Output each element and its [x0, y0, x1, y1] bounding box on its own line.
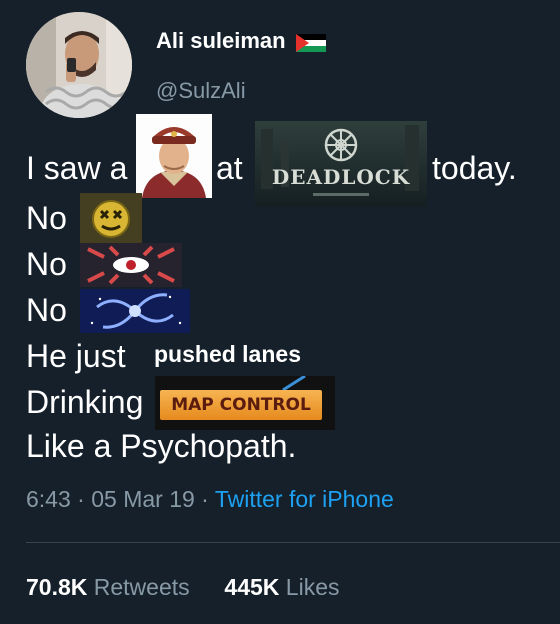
likes-label: Likes	[285, 574, 340, 600]
tweet-time[interactable]: 6:43	[26, 486, 71, 512]
tweet-line-3: No	[26, 246, 67, 282]
tweet-line-2: No	[26, 200, 67, 236]
retweets-count: 70.8K	[26, 574, 88, 600]
map-control-label: MAP CONTROL	[160, 390, 322, 420]
retweets-label: Retweets	[93, 574, 190, 600]
skull-icon	[80, 193, 142, 245]
eye-icon	[80, 243, 182, 287]
meta-separator: ·	[77, 486, 85, 512]
retweets-stat[interactable]: 70.8K Retweets	[26, 574, 196, 600]
deadlock-logo-text: DEADLOCK	[272, 165, 410, 189]
tweet-line-5: He just	[26, 338, 126, 374]
tweet-stats: 70.8K Retweets 445K Likes	[26, 574, 340, 601]
map-control-badge: MAP CONTROL	[155, 376, 335, 430]
divider	[26, 542, 560, 543]
pushed-lanes-label: pushed lanes	[154, 341, 301, 367]
tweet-line-1-mid: at	[216, 150, 243, 186]
avatar[interactable]	[26, 12, 132, 118]
tweet-line-7: Like a Psychopath.	[26, 428, 297, 464]
user-handle[interactable]: @SulzAli	[156, 78, 246, 104]
likes-count: 445K	[224, 574, 280, 600]
display-name-text: Ali suleiman	[156, 28, 286, 53]
avatar-photo	[26, 12, 132, 118]
palestine-flag-icon	[295, 32, 326, 52]
likes-stat[interactable]: 445K Likes	[224, 574, 339, 600]
tweet-meta: 6:43 · 05 Mar 19 · Twitter for iPhone	[26, 486, 394, 513]
display-name[interactable]: Ali suleiman	[156, 28, 326, 54]
tweet-line-1-end: today.	[432, 150, 517, 186]
swirl-icon	[80, 289, 190, 333]
tweet-source-link[interactable]: Twitter for iPhone	[215, 486, 394, 512]
meta-separator: ·	[201, 486, 209, 512]
tweet-line-1-start: I saw a	[26, 150, 128, 186]
deadlock-logo-icon: DEADLOCK	[255, 121, 427, 207]
tweet-line-6: Drinking	[26, 384, 144, 420]
tweet-line-4: No	[26, 292, 67, 328]
tweet-date[interactable]: 05 Mar 19	[91, 486, 195, 512]
character-portrait-icon	[136, 114, 212, 198]
